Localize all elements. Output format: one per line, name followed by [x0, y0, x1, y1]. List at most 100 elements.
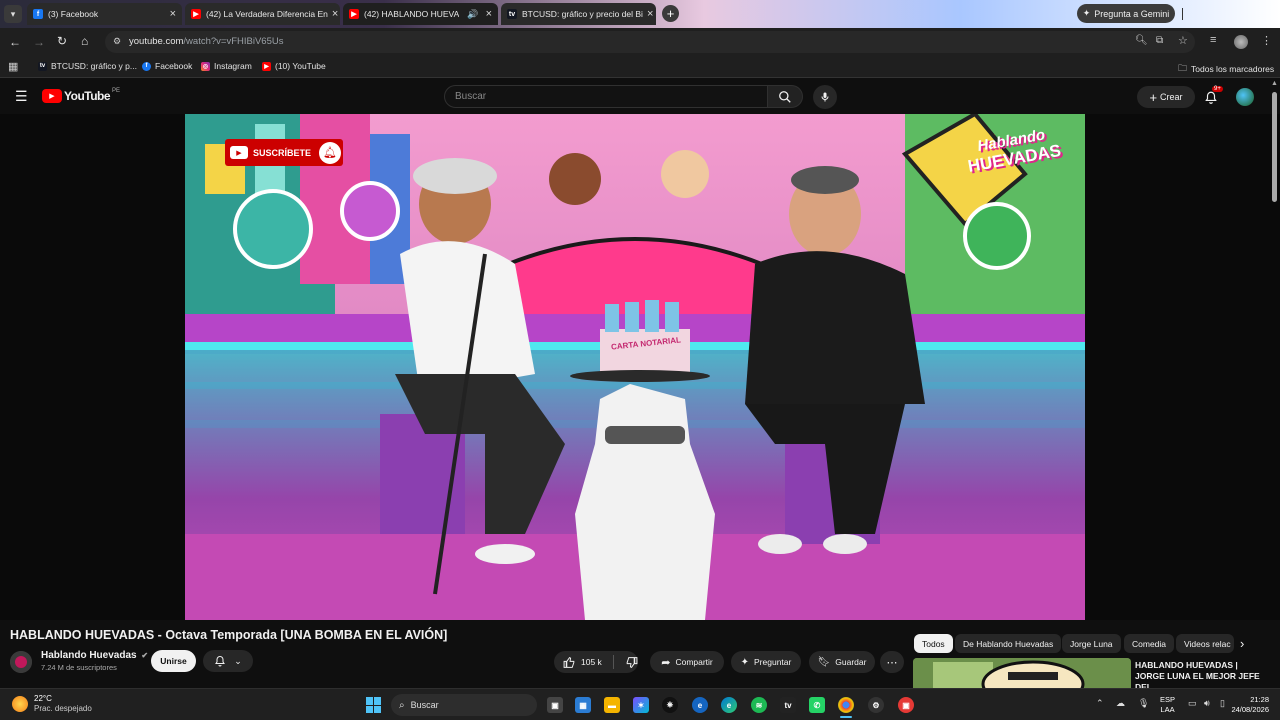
chip-from-channel[interactable]: De Hablando Huevadas	[955, 634, 1062, 653]
bookmark-instagram[interactable]: ◎ Instagram	[201, 61, 252, 71]
voice-search-button[interactable]	[813, 85, 837, 109]
search-input[interactable]: Buscar	[444, 85, 768, 108]
apple-tv-icon[interactable]: tv	[780, 697, 796, 713]
notifications-button[interactable]: 9+	[1204, 86, 1223, 106]
clock[interactable]: 21:28 24/08/2026	[1225, 695, 1269, 715]
page-scrollbar-thumb[interactable]	[1272, 92, 1277, 202]
share-icon: ➦	[661, 656, 671, 669]
home-icon[interactable]: ⌂	[81, 34, 88, 48]
save-button[interactable]: 🔖︎ Guardar	[809, 651, 875, 673]
taskbar-search[interactable]: ⌕ Buscar	[391, 694, 537, 716]
volume-icon[interactable]: 🔊︎	[1204, 698, 1210, 709]
close-icon[interactable]: ×	[328, 8, 338, 20]
task-view-icon[interactable]: ▣	[547, 697, 563, 713]
ask-gemini-button[interactable]: ✦ Pregunta a Gemini	[1077, 4, 1175, 23]
install-app-icon[interactable]: ⧉	[1156, 35, 1163, 46]
tab-youtube-hablando[interactable]: ▶ (42) HABLANDO HUEVADA 🔊 ×	[343, 3, 498, 25]
chip-jorge-luna[interactable]: Jorge Luna	[1062, 634, 1121, 653]
chip-related[interactable]: Videos relac	[1176, 634, 1234, 653]
subscribe-overlay-label: SUSCRÍBETE	[253, 147, 312, 158]
back-icon[interactable]: ←	[9, 35, 21, 49]
browser-app-icon[interactable]: e	[692, 697, 708, 713]
like-button[interactable]: 105 k	[563, 656, 602, 669]
address-bar[interactable]: ⚙ youtube.com/watch?v=vFHIBiV65Us 🔍︎ ⧉ ☆	[105, 31, 1195, 53]
tab-tradingview[interactable]: tv BTCUSD: gráfico y precio del Bi ×	[501, 3, 656, 25]
dislike-button[interactable]	[625, 656, 638, 669]
apps-grid-icon[interactable]: ▦	[8, 60, 18, 73]
hamburger-menu-icon[interactable]: ☰	[15, 88, 28, 105]
bookmark-star-icon[interactable]: ☆	[1178, 34, 1188, 47]
search-placeholder: Buscar	[455, 91, 487, 102]
channel-avatar[interactable]	[10, 651, 32, 673]
profile-avatar[interactable]	[1234, 35, 1248, 49]
bookmark-youtube[interactable]: ▶ (10) YouTube	[262, 61, 326, 71]
kebab-menu-icon[interactable]: ⋮	[1261, 34, 1272, 47]
close-icon[interactable]: ×	[166, 8, 176, 20]
chip-comedy[interactable]: Comedia	[1124, 634, 1175, 653]
start-button[interactable]	[366, 697, 382, 713]
subscribe-overlay[interactable]: ▶ SUSCRÍBETE 🔔︎	[225, 139, 343, 166]
chatgpt-icon[interactable]: ⎈	[662, 697, 678, 713]
bookmark-btcusd[interactable]: tv BTCUSD: gráfico y p...	[38, 61, 137, 71]
close-icon[interactable]: ×	[643, 8, 653, 20]
tab-strip-divider	[1182, 8, 1183, 20]
edge-icon[interactable]: e	[721, 697, 737, 713]
wifi-icon[interactable]: ▭	[1188, 698, 1197, 709]
tab-facebook[interactable]: f (3) Facebook ×	[27, 3, 182, 25]
speaker-icon[interactable]: 🔊	[467, 9, 478, 20]
more-actions-button[interactable]: ⋯	[880, 651, 904, 673]
reading-list-icon[interactable]: ≡	[1210, 34, 1216, 46]
create-button[interactable]: + Crear	[1137, 86, 1195, 108]
microphone-icon	[821, 92, 829, 102]
all-bookmarks-folder[interactable]: 🗀 Todos los marcadores	[1178, 61, 1274, 77]
microsoft-store-icon[interactable]: ▦	[575, 697, 591, 713]
chip-label: Videos relac	[1184, 638, 1231, 649]
subscription-notifications-button[interactable]: ⌄	[203, 650, 253, 672]
tab-search-button[interactable]: ▾	[4, 5, 22, 23]
red-app-icon[interactable]: ▣	[898, 697, 914, 713]
verified-icon: ✔	[141, 651, 149, 660]
bookmark-label: Instagram	[214, 61, 252, 71]
spotify-icon[interactable]: ≋	[751, 697, 767, 713]
close-icon[interactable]: ×	[482, 8, 492, 20]
bookmarks-bar: ▦ tv BTCUSD: gráfico y p... f Facebook ◎…	[0, 56, 1280, 78]
save-icon: 🔖︎	[817, 656, 831, 668]
youtube-logo[interactable]: ▶ YouTube PE	[42, 88, 120, 103]
chevron-up-icon[interactable]: ⌃	[1096, 698, 1104, 709]
plus-icon: +	[1149, 89, 1158, 105]
zoom-icon[interactable]: 🔍︎	[1135, 35, 1148, 46]
forward-icon[interactable]: →	[33, 35, 45, 49]
search-button[interactable]	[767, 85, 803, 108]
tab-youtube-diferencia[interactable]: ▶ (42) La Verdadera Diferencia En ×	[185, 3, 340, 25]
tab-title: (42) La Verdadera Diferencia En	[206, 9, 328, 19]
settings-app-icon[interactable]: ⚙	[868, 697, 884, 713]
chip-all[interactable]: Todos	[914, 634, 953, 653]
weather-widget[interactable]: 22°C Prac. despejado	[12, 694, 92, 714]
channel-name-text: Hablando Huevadas	[41, 650, 137, 661]
site-info-icon[interactable]: ⚙	[113, 36, 121, 47]
scroll-up-icon[interactable]: ▲	[1271, 80, 1278, 87]
bookmark-facebook[interactable]: f Facebook	[142, 61, 192, 71]
whatsapp-icon[interactable]: ✆	[809, 697, 825, 713]
file-explorer-icon[interactable]: ▬	[604, 697, 620, 713]
chrome-icon[interactable]	[838, 697, 854, 713]
facebook-icon: f	[142, 61, 151, 71]
windows-taskbar: 22°C Prac. despejado ⌕ Buscar ▣ ▦ ▬ ✶ ⎈ …	[0, 688, 1280, 720]
new-tab-button[interactable]: +	[662, 5, 679, 22]
join-label: Unirse	[160, 656, 187, 666]
bookmark-label: (10) YouTube	[275, 61, 326, 71]
recommendation-thumbnail[interactable]	[913, 658, 1131, 688]
language-indicator[interactable]: ESP LAA	[1160, 695, 1175, 715]
share-button[interactable]: ➦ Compartir	[650, 651, 724, 673]
microphone-icon[interactable]: 🎙︎	[1138, 698, 1149, 709]
chevron-right-icon[interactable]: ›	[1240, 636, 1244, 651]
join-button[interactable]: Unirse	[151, 650, 196, 672]
account-avatar[interactable]	[1236, 88, 1254, 106]
like-dislike-group: 105 k	[554, 651, 638, 673]
copilot-icon[interactable]: ✶	[633, 697, 649, 713]
reload-icon[interactable]: ↻	[57, 34, 67, 48]
ask-button[interactable]: ✦ Preguntar	[731, 651, 801, 673]
video-player[interactable]: ▶ SUSCRÍBETE 🔔︎ Hablando HUEVADAS CARTA …	[185, 114, 1085, 620]
channel-name[interactable]: Hablando Huevadas ✔	[41, 650, 148, 661]
network-app-icon[interactable]: ☁	[1116, 698, 1125, 709]
